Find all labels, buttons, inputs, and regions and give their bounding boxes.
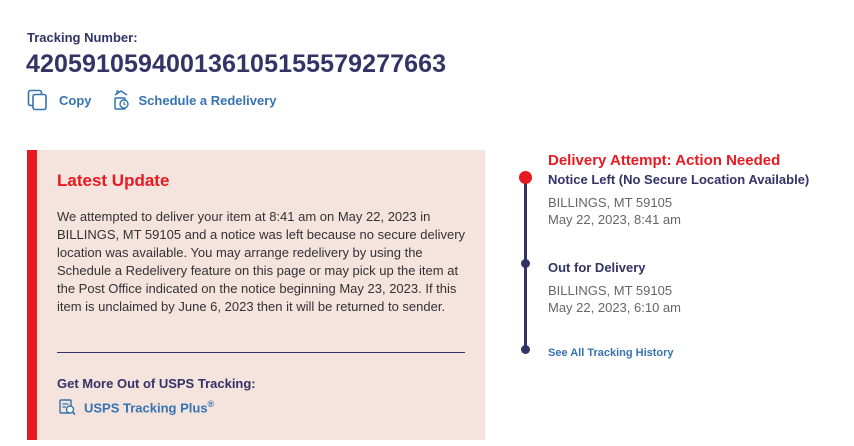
update-divider [57,352,465,353]
copy-icon [27,89,49,111]
usps-tracking-plus-link[interactable]: USPS Tracking Plus® [59,398,214,416]
tracking-actions: Copy Schedule a Redelivery [27,88,277,112]
event-datetime: May 22, 2023, 6:10 am [548,300,681,315]
event-location: BILLINGS, MT 59105 [548,283,673,298]
more-out-of-tracking-label: Get More Out of USPS Tracking: [57,376,256,391]
schedule-redelivery-button[interactable]: Schedule a Redelivery [112,89,277,111]
latest-update-title: Latest Update [57,171,170,190]
tracking-plus-icon [59,398,76,416]
delivery-status: Delivery Attempt: Action Needed [548,152,781,169]
tracking-label: Tracking Number: [27,30,138,45]
see-all-tracking-history-link[interactable]: See All Tracking History [548,347,674,359]
tracking-number: 420591059400136105155579277663 [26,50,447,78]
timeline-dot-history [521,345,530,354]
latest-update-panel: Latest Update We attempted to deliver yo… [27,150,485,440]
registered-mark: ® [207,398,215,409]
event-title: Out for Delivery [548,260,646,275]
redelivery-label: Schedule a Redelivery [138,92,277,108]
timeline-dot-event [521,259,530,268]
redelivery-icon [112,89,130,111]
copy-button[interactable]: Copy [27,89,92,111]
copy-label: Copy [59,92,92,108]
event-location: BILLINGS, MT 59105 [548,195,673,210]
usps-tracking-plus-label: USPS Tracking Plus® [84,398,215,416]
event-datetime: May 22, 2023, 8:41 am [548,212,681,227]
event-title: Notice Left (No Secure Location Availabl… [548,172,810,187]
latest-update-text: We attempted to deliver your item at 8:4… [57,209,466,314]
timeline-dot-current [519,171,532,184]
